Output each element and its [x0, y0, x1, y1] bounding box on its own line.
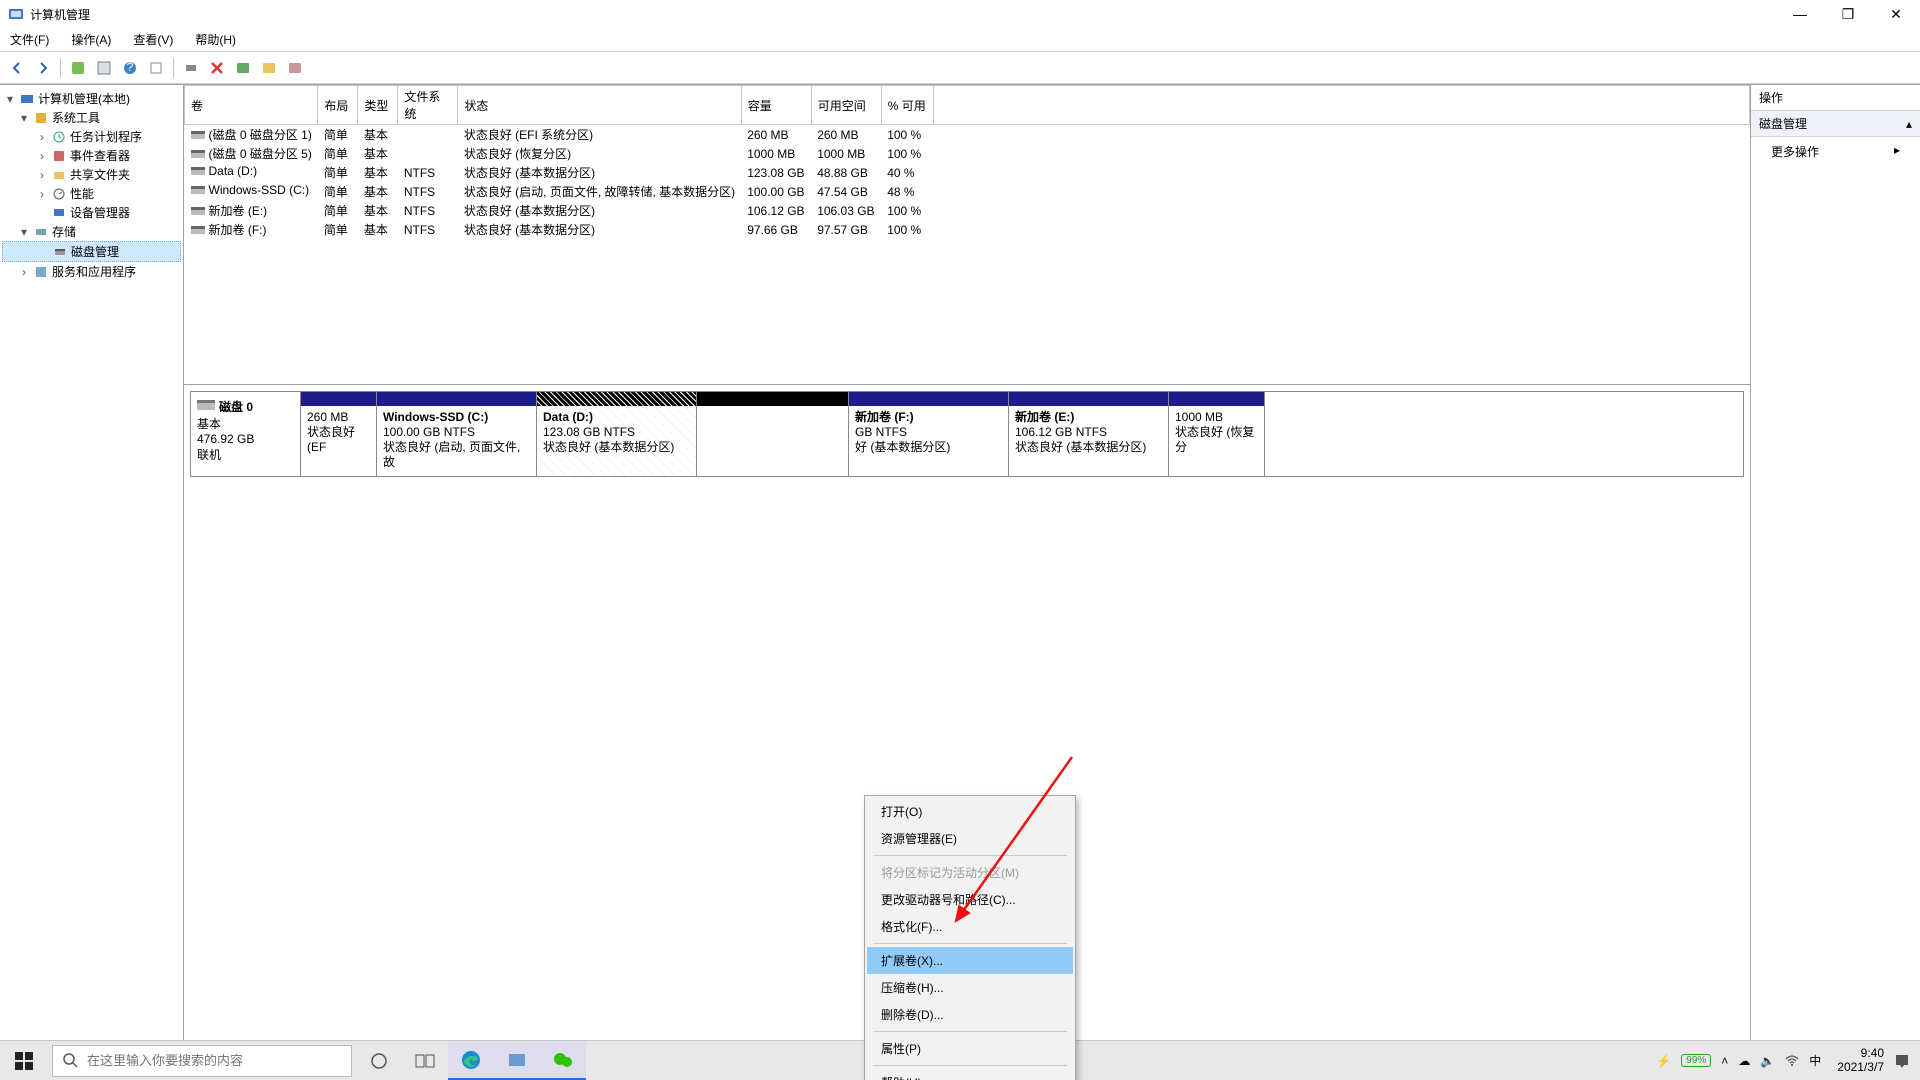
ctx-mark-active: 将分区标记为活动分区(M) [867, 859, 1073, 886]
tree-root[interactable]: ▾计算机管理(本地) [2, 89, 181, 108]
actions-pane: 操作 磁盘管理▴ 更多操作▸ [1750, 85, 1920, 1080]
menu-help[interactable]: 帮助(H) [191, 29, 240, 50]
disk-graphic-pane: 磁盘 0 基本 476.92 GB 联机 260 MB状态良好 (EFWindo… [184, 385, 1750, 1080]
table-row[interactable]: Windows-SSD (C:)简单基本NTFS状态良好 (启动, 页面文件, … [185, 182, 1750, 201]
close-button[interactable]: ✕ [1884, 6, 1908, 23]
menu-file[interactable]: 文件(F) [6, 29, 53, 50]
tree-perf[interactable]: ›性能 [2, 184, 181, 203]
menubar: 文件(F) 操作(A) 查看(V) 帮助(H) [0, 28, 1920, 52]
partition[interactable]: 新加卷 (E:)106.12 GB NTFS状态良好 (基本数据分区) [1009, 392, 1169, 476]
ctx-open[interactable]: 打开(O) [867, 798, 1073, 825]
partition[interactable]: Windows-SSD (C:)100.00 GB NTFS状态良好 (启动, … [377, 392, 537, 476]
col-pct[interactable]: % 可用 [881, 86, 933, 125]
maximize-button[interactable]: ❐ [1836, 6, 1860, 23]
app-icon [8, 6, 24, 22]
taskbar-clock[interactable]: 9:40 2021/3/7 [1837, 1047, 1884, 1073]
partition[interactable] [697, 392, 849, 476]
ctx-props[interactable]: 属性(P) [867, 1035, 1073, 1062]
context-menu: 打开(O) 资源管理器(E) 将分区标记为活动分区(M) 更改驱动器号和路径(C… [864, 795, 1076, 1080]
partition[interactable]: Data (D:)123.08 GB NTFS状态良好 (基本数据分区) [537, 392, 697, 476]
chevron-up-icon: ▴ [1906, 117, 1912, 131]
taskbar-search[interactable] [52, 1045, 352, 1077]
tree-systools[interactable]: ▾系统工具 [2, 108, 181, 127]
ctx-delete[interactable]: 删除卷(D)... [867, 1001, 1073, 1028]
partition[interactable]: 1000 MB状态良好 (恢复分 [1169, 392, 1265, 476]
col-volume[interactable]: 卷 [185, 86, 318, 125]
tb-icon[interactable] [67, 57, 89, 79]
nav-tree: ▾计算机管理(本地) ▾系统工具 ›任务计划程序 ›事件查看器 ›共享文件夹 ›… [0, 85, 184, 1080]
system-tray: ⚡ 99% ˄ ☁ 🔈 中 9:40 2021/3/7 [1646, 1047, 1920, 1073]
cortana-icon[interactable] [356, 1041, 402, 1080]
notification-icon[interactable] [1894, 1053, 1910, 1069]
actions-more[interactable]: 更多操作▸ [1751, 137, 1920, 166]
ctx-help[interactable]: 帮助(H) [867, 1069, 1073, 1080]
menu-action[interactable]: 操作(A) [67, 29, 115, 50]
col-fs[interactable]: 文件系统 [398, 86, 458, 125]
tree-eventviewer[interactable]: ›事件查看器 [2, 146, 181, 165]
svg-text:?: ? [127, 61, 134, 74]
col-cap[interactable]: 容量 [741, 86, 811, 125]
toolbar: ? [0, 52, 1920, 84]
titlebar: 计算机管理 — ❐ ✕ [0, 0, 1920, 28]
col-layout[interactable]: 布局 [318, 86, 358, 125]
tray-chevron-icon[interactable]: ˄ [1721, 1054, 1728, 1068]
ctx-format[interactable]: 格式化(F)... [867, 913, 1073, 940]
tree-shared[interactable]: ›共享文件夹 [2, 165, 181, 184]
tb-help-icon[interactable]: ? [119, 57, 141, 79]
table-row[interactable]: (磁盘 0 磁盘分区 5)简单基本状态良好 (恢复分区)1000 MB1000 … [185, 144, 1750, 163]
volume-icon[interactable]: 🔈 [1760, 1054, 1775, 1068]
tb-delete-icon[interactable] [206, 57, 228, 79]
ime-indicator[interactable]: 中 [1809, 1052, 1821, 1069]
col-type[interactable]: 类型 [358, 86, 398, 125]
tb-icon[interactable] [284, 57, 306, 79]
tree-tasksched[interactable]: ›任务计划程序 [2, 127, 181, 146]
tb-icon[interactable] [232, 57, 254, 79]
partition[interactable]: 新加卷 (F:) GB NTFS好 (基本数据分区) [849, 392, 1009, 476]
ctx-change-letter[interactable]: 更改驱动器号和路径(C)... [867, 886, 1073, 913]
wechat-icon[interactable] [540, 1041, 586, 1080]
wifi-icon[interactable] [1785, 1055, 1799, 1067]
chevron-right-icon: ▸ [1894, 143, 1900, 160]
tree-devmgr[interactable]: 设备管理器 [2, 203, 181, 222]
minimize-button[interactable]: — [1788, 6, 1812, 23]
col-status[interactable]: 状态 [458, 86, 741, 125]
partition[interactable]: 260 MB状态良好 (EF [301, 392, 377, 476]
volume-list: 卷 布局 类型 文件系统 状态 容量 可用空间 % 可用 (磁盘 0 磁盘分区 … [184, 85, 1750, 385]
tree-storage[interactable]: ▾存储 [2, 222, 181, 241]
table-row[interactable]: 新加卷 (F:)简单基本NTFS状态良好 (基本数据分区)97.66 GB97.… [185, 220, 1750, 239]
onedrive-icon[interactable]: ☁ [1738, 1054, 1750, 1068]
back-button[interactable] [6, 57, 28, 79]
forward-button[interactable] [32, 57, 54, 79]
ctx-explorer[interactable]: 资源管理器(E) [867, 825, 1073, 852]
table-row[interactable]: 新加卷 (E:)简单基本NTFS状态良好 (基本数据分区)106.12 GB10… [185, 201, 1750, 220]
table-row[interactable]: Data (D:)简单基本NTFS状态良好 (基本数据分区)123.08 GB4… [185, 163, 1750, 182]
start-button[interactable] [0, 1041, 48, 1080]
ctx-extend[interactable]: 扩展卷(X)... [867, 947, 1073, 974]
power-icon[interactable]: ⚡ [1656, 1054, 1671, 1068]
search-icon [63, 1053, 79, 1069]
disk-icon [197, 398, 215, 412]
actions-section[interactable]: 磁盘管理▴ [1751, 111, 1920, 137]
tree-diskmgmt[interactable]: 磁盘管理 [2, 241, 181, 262]
menu-view[interactable]: 查看(V) [129, 29, 177, 50]
taskview-icon[interactable] [402, 1041, 448, 1080]
disk-header[interactable]: 磁盘 0 基本 476.92 GB 联机 [191, 392, 301, 476]
tb-icon[interactable] [258, 57, 280, 79]
app-icon[interactable] [494, 1041, 540, 1080]
window-title: 计算机管理 [30, 6, 1788, 23]
col-free[interactable]: 可用空间 [811, 86, 881, 125]
table-row[interactable]: (磁盘 0 磁盘分区 1)简单基本状态良好 (EFI 系统分区)260 MB26… [185, 125, 1750, 145]
ctx-shrink[interactable]: 压缩卷(H)... [867, 974, 1073, 1001]
battery-indicator[interactable]: 99% [1681, 1054, 1711, 1067]
edge-icon[interactable] [448, 1041, 494, 1080]
tree-services[interactable]: ›服务和应用程序 [2, 262, 181, 281]
search-input[interactable] [87, 1053, 341, 1068]
tb-icon[interactable] [93, 57, 115, 79]
tb-icon[interactable] [145, 57, 167, 79]
tb-icon[interactable] [180, 57, 202, 79]
actions-header: 操作 [1751, 85, 1920, 111]
